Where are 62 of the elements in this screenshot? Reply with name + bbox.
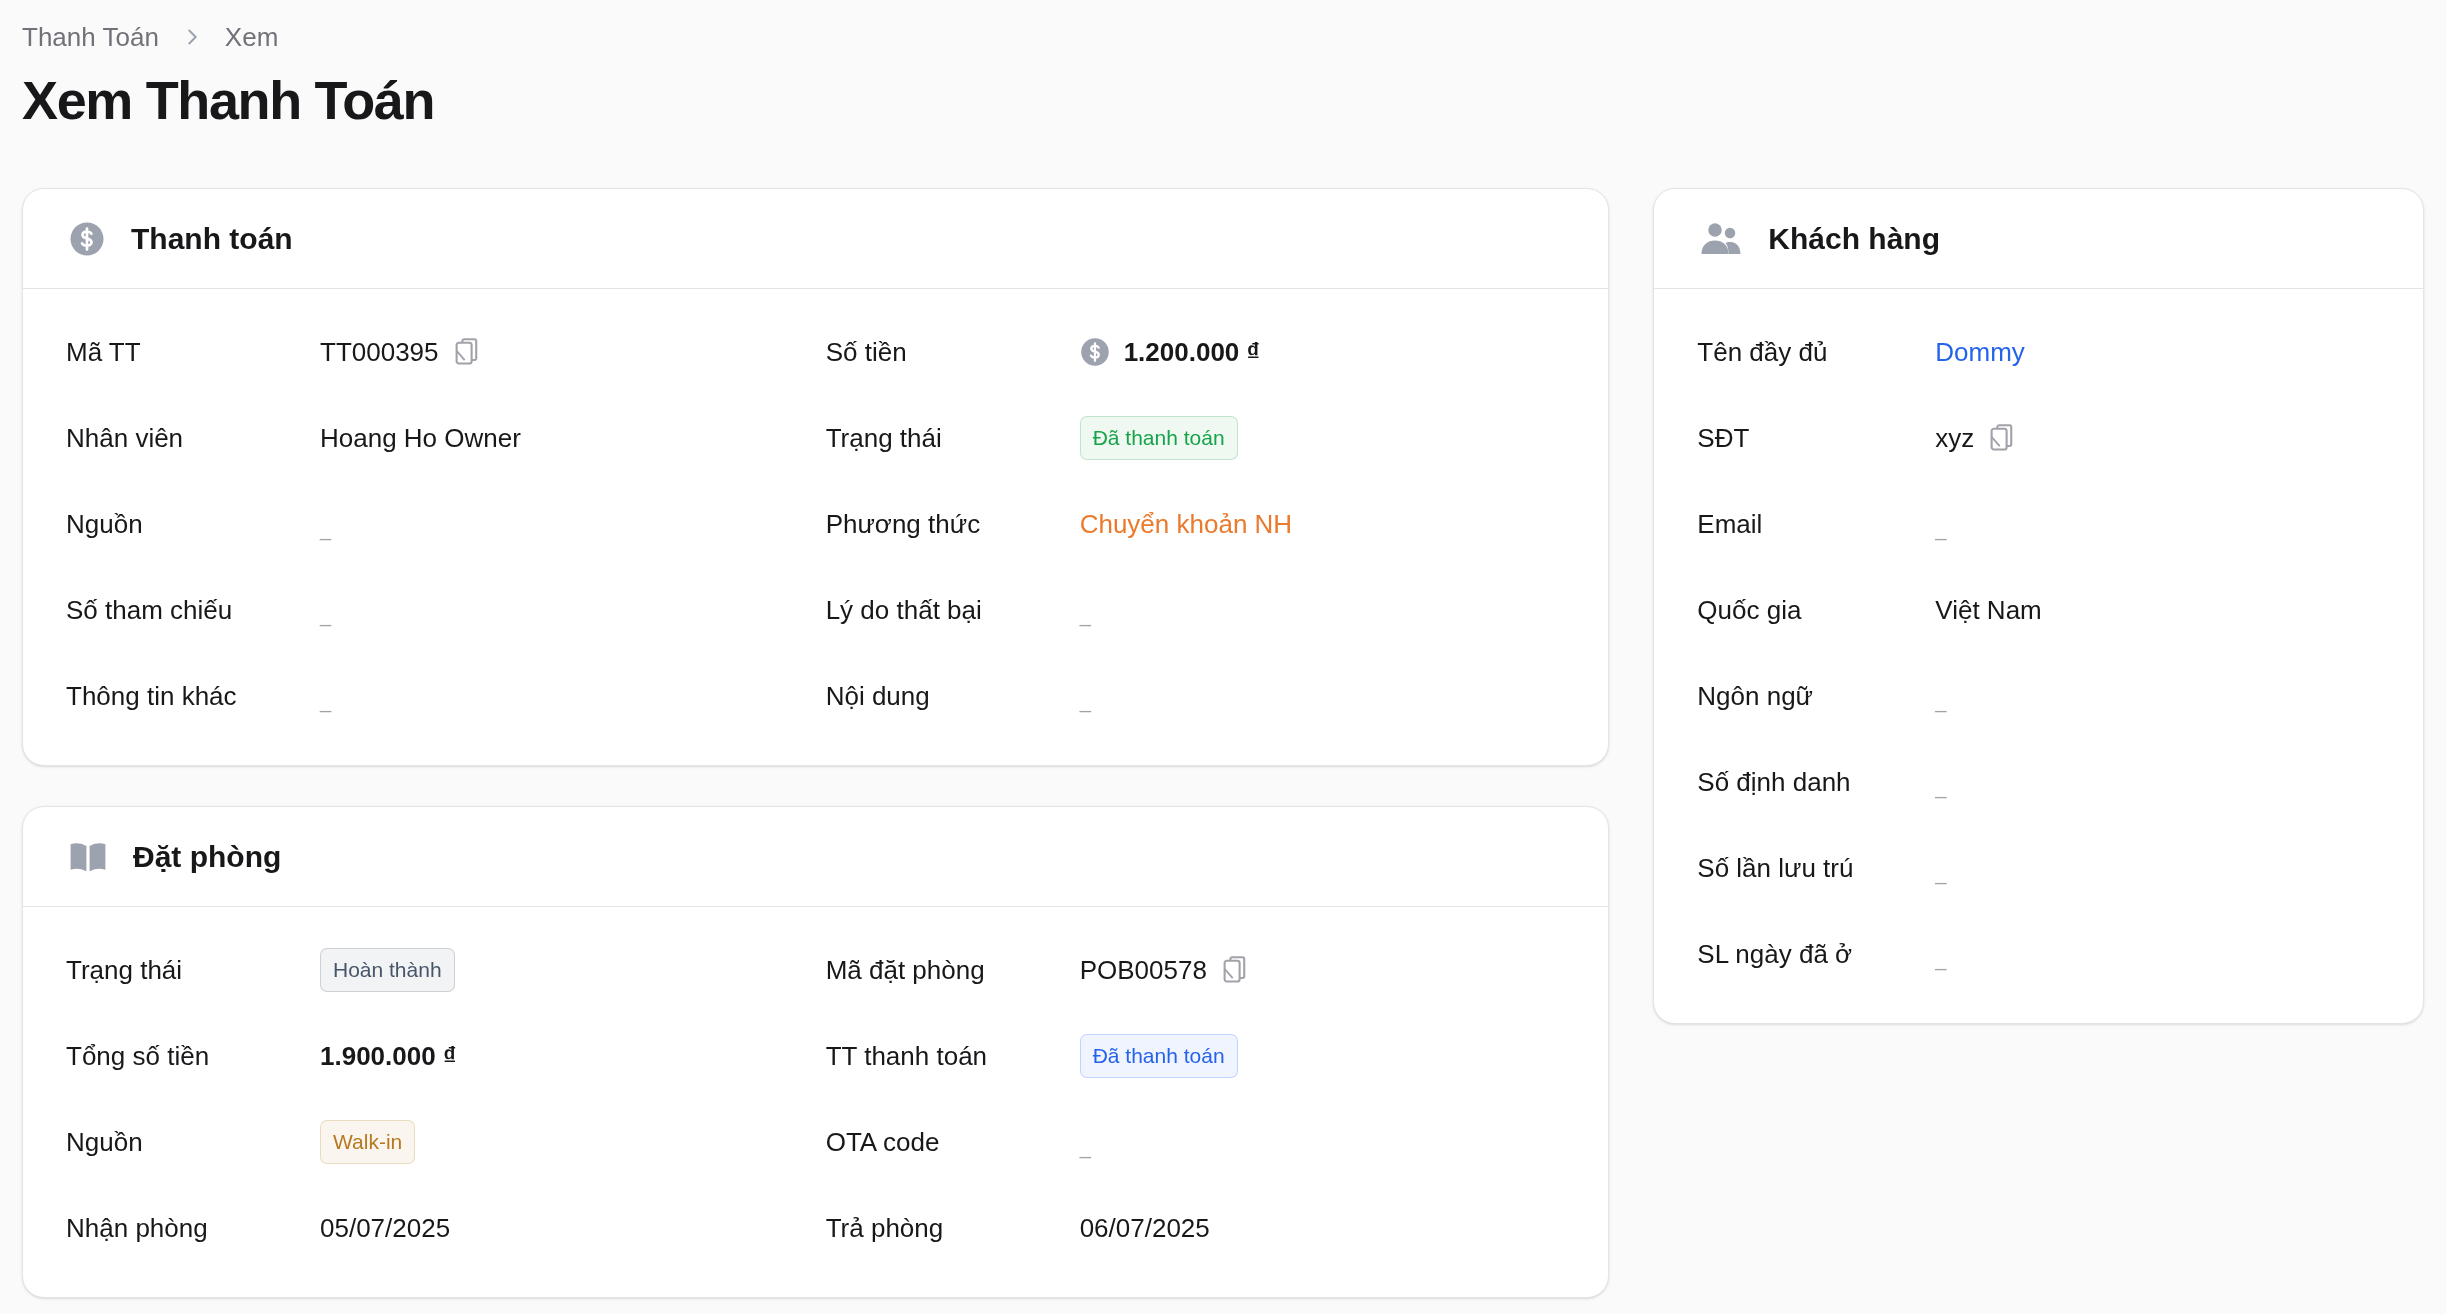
- empty-value: _: [1935, 517, 1947, 543]
- empty-value: _: [1935, 775, 1947, 801]
- field-label: Lý do thất bại: [825, 593, 983, 627]
- field-label: TT thanh toán: [825, 1039, 989, 1073]
- empty-value: _: [1935, 689, 1947, 715]
- breadcrumb-link[interactable]: Thanh Toán: [22, 17, 159, 57]
- field-value: 06/07/2025: [1079, 1211, 1210, 1245]
- status-badge: Đã thanh toán: [1079, 1034, 1238, 1078]
- field-label: Trạng thái: [66, 953, 184, 987]
- field-label: Ngôn ngữ: [1697, 679, 1815, 713]
- field-label: Tổng số tiền: [66, 1039, 211, 1073]
- users-icon: [1700, 220, 1743, 257]
- field-label: Nguồn: [66, 507, 144, 541]
- field-label: Nội dung: [825, 679, 931, 713]
- field-value: Chuyển khoản NH: [1079, 507, 1293, 541]
- field-label: Tên đầy đủ: [1697, 335, 1829, 369]
- page-title: Xem Thanh Toán: [22, 69, 436, 132]
- field-label: Nhận phòng: [66, 1211, 209, 1245]
- field-label: SL ngày đã ở: [1697, 937, 1854, 971]
- field-value: xyz: [1935, 421, 1975, 455]
- field-label: Nguồn: [66, 1125, 144, 1159]
- card-title: Thanh toán: [131, 221, 293, 257]
- field-value: Việt Nam: [1935, 593, 2042, 627]
- field-label: Email: [1697, 507, 1764, 541]
- field-label: Trả phòng: [825, 1211, 945, 1245]
- name-link[interactable]: Dommy: [1935, 332, 2025, 372]
- field-label: Mã TT: [66, 335, 142, 369]
- field-value: 05/07/2025: [320, 1211, 451, 1245]
- field-value: TT000395: [320, 335, 439, 369]
- empty-value: _: [1935, 861, 1947, 887]
- field-value: POB00578: [1079, 953, 1207, 987]
- field-label: Phương thức: [825, 507, 982, 541]
- status-badge: Walk-in: [320, 1120, 416, 1164]
- open-book-icon: [69, 840, 107, 873]
- field-label: OTA code: [825, 1125, 941, 1159]
- empty-value: _: [1079, 603, 1091, 629]
- amount-value: 1.200.000 ₫: [1123, 335, 1260, 369]
- empty-value: _: [1079, 1135, 1091, 1161]
- card-title: Đặt phòng: [133, 839, 282, 875]
- breadcrumb-link[interactable]: Xem: [224, 17, 279, 57]
- empty-value: _: [1079, 689, 1091, 715]
- field-label: Quốc gia: [1697, 593, 1803, 627]
- field-label: SĐT: [1697, 421, 1751, 455]
- empty-value: _: [320, 517, 332, 543]
- empty-value: _: [1935, 947, 1947, 973]
- empty-value: _: [320, 689, 332, 715]
- field-label: Nhân viên: [66, 421, 185, 455]
- amount-value: 1.900.000 ₫: [320, 1039, 457, 1073]
- dollar-icon: [1079, 337, 1110, 367]
- field-label: Số định danh: [1697, 765, 1852, 799]
- field-value: Hoang Ho Owner: [320, 421, 521, 455]
- dollar-icon: [69, 220, 105, 257]
- field-label: Thông tin khác: [66, 679, 238, 713]
- card-title: Khách hàng: [1768, 221, 1940, 257]
- empty-value: _: [320, 603, 332, 629]
- field-label: Mã đặt phòng: [825, 953, 986, 987]
- status-badge: Đã thanh toán: [1079, 416, 1238, 460]
- field-label: Trạng thái: [825, 421, 943, 455]
- field-label: Số lần lưu trú: [1697, 851, 1855, 885]
- field-label: Số tham chiếu: [66, 593, 234, 627]
- status-badge: Hoàn thành: [320, 948, 455, 992]
- field-label: Số tiền: [825, 335, 908, 369]
